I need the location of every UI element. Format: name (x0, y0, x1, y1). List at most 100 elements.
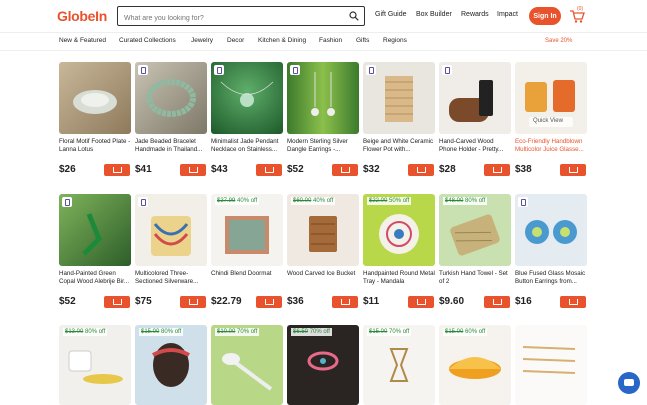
product-name[interactable]: Hand-Painted Green Copal Wood Alebrije B… (59, 270, 133, 286)
product-name[interactable]: Jade Beaded Bracelet Handmade in Thailan… (135, 138, 209, 154)
promo-badge[interactable]: Save 20% (545, 38, 572, 44)
product-price: $11 (363, 296, 380, 307)
sale-badge: $15.00 80% off (139, 328, 184, 336)
chat-icon[interactable] (618, 372, 640, 394)
add-to-cart-button[interactable] (560, 296, 586, 308)
product-image[interactable]: $13.00 80% off (59, 325, 131, 405)
product-image[interactable]: $60.00 40% off (287, 194, 359, 266)
nav-rewards[interactable]: Rewards (461, 11, 489, 18)
product-image[interactable] (211, 62, 283, 134)
sale-badge: $15.00 60% off (443, 328, 488, 336)
product-name[interactable]: Chindi Blend Doormat (211, 270, 285, 286)
product-price: $32 (363, 164, 380, 175)
product-price: $38 (515, 164, 532, 175)
product-price: $43 (211, 164, 228, 175)
product-image[interactable]: Quick View (515, 62, 587, 134)
search-icon[interactable] (349, 11, 359, 21)
product-image[interactable]: $15.00 60% off (439, 325, 511, 405)
add-to-cart-button[interactable] (180, 296, 206, 308)
product-image[interactable] (515, 194, 587, 266)
product-image[interactable]: $22.00 50% off (363, 194, 435, 266)
sale-badge: $48.00 80% off (443, 197, 488, 205)
product-image[interactable] (59, 62, 131, 134)
add-to-cart-button[interactable] (408, 296, 434, 308)
product-name[interactable]: Hand-Carved Wood Phone Holder - Pretty..… (439, 138, 513, 154)
product-name[interactable]: Beige and White Ceramic Flower Pot with.… (363, 138, 437, 154)
product-image[interactable]: $10.00 70% off (211, 325, 283, 405)
search-box[interactable] (117, 6, 365, 28)
add-to-cart-button[interactable] (256, 296, 282, 308)
cat-regions[interactable]: Regions (383, 37, 407, 44)
product-price: $16 (515, 296, 532, 307)
sale-badge: $10.00 70% off (215, 328, 260, 336)
category-nav: New & Featured Curated Collections Jewel… (0, 33, 647, 51)
cat-new-featured[interactable]: New & Featured (59, 37, 106, 44)
wishlist-icon[interactable] (290, 65, 300, 75)
wishlist-icon[interactable] (442, 65, 452, 75)
product-image[interactable] (363, 62, 435, 134)
product-name[interactable]: Multicolored Three-Sectioned Silverware.… (135, 270, 209, 286)
product-image[interactable]: $6.50 70% off (287, 325, 359, 405)
wishlist-icon[interactable] (138, 197, 148, 207)
cat-kitchen[interactable]: Kitchen & Dining (258, 37, 306, 44)
product-image[interactable]: $15.00 70% off (363, 325, 435, 405)
cat-gifts[interactable]: Gifts (356, 37, 369, 44)
product-price: $52 (287, 164, 304, 175)
top-bar: GlobeIn Gift Guide Box Builder Rewards I… (0, 0, 647, 33)
product-name[interactable]: Floral Motif Footed Plate - Lanna Lotus (59, 138, 133, 154)
nav-box-builder[interactable]: Box Builder (416, 11, 452, 18)
product-name[interactable]: Wood Carved Ice Bucket (287, 270, 361, 286)
product-image[interactable]: $15.00 80% off (135, 325, 207, 405)
product-name[interactable]: Minimalist Jade Pendant Necklace on Stai… (211, 138, 285, 154)
wishlist-icon[interactable] (366, 65, 376, 75)
add-to-cart-button[interactable] (484, 296, 510, 308)
nav-impact[interactable]: Impact (497, 11, 518, 18)
wishlist-icon[interactable] (214, 65, 224, 75)
add-to-cart-button[interactable] (332, 164, 358, 176)
nav-gift-guide[interactable]: Gift Guide (375, 11, 407, 18)
add-to-cart-button[interactable] (560, 164, 586, 176)
product-name[interactable]: Handpainted Round Metal Tray - Mandala (363, 270, 437, 286)
product-name[interactable]: Blue Fused Glass Mosaic Button Earrings … (515, 270, 589, 286)
sale-badge: $15.00 70% off (367, 328, 412, 336)
product-price: $22.79 (211, 296, 242, 307)
wishlist-icon[interactable] (518, 197, 528, 207)
wishlist-icon[interactable] (138, 65, 148, 75)
add-to-cart-button[interactable] (180, 164, 206, 176)
product-image[interactable] (59, 194, 131, 266)
product-price: $75 (135, 296, 152, 307)
add-to-cart-button[interactable] (104, 296, 130, 308)
product-image[interactable] (287, 62, 359, 134)
cat-fashion[interactable]: Fashion (319, 37, 342, 44)
add-to-cart-button[interactable] (332, 296, 358, 308)
product-image[interactable]: $48.00 80% off (439, 194, 511, 266)
search-input[interactable] (118, 9, 343, 28)
wishlist-icon[interactable] (62, 197, 72, 207)
product-price: $36 (287, 296, 304, 307)
product-price: $41 (135, 164, 152, 175)
cat-curated[interactable]: Curated Collections (119, 37, 176, 44)
cat-jewelry[interactable]: Jewelry (191, 37, 213, 44)
add-to-cart-button[interactable] (408, 164, 434, 176)
product-name[interactable]: Turkish Hand Towel - Set of 2 (439, 270, 513, 286)
add-to-cart-button[interactable] (256, 164, 282, 176)
sign-in-button[interactable]: Sign In (529, 7, 561, 25)
product-price: $9.60 (439, 296, 465, 307)
quick-view-button[interactable]: Quick View (533, 118, 563, 124)
add-to-cart-button[interactable] (484, 164, 510, 176)
sale-badge: $6.50 70% off (291, 328, 332, 336)
product-image[interactable]: $37.99 40% off (211, 194, 283, 266)
product-image[interactable] (135, 62, 207, 134)
cat-decor[interactable]: Decor (227, 37, 244, 44)
product-name[interactable]: Modern Sterling Silver Dangle Earrings -… (287, 138, 361, 154)
sale-badge: $37.99 40% off (215, 197, 260, 205)
product-image[interactable] (515, 325, 587, 405)
product-name[interactable]: Eco-Friendly Handblown Multicolor Juice … (515, 138, 589, 154)
add-to-cart-button[interactable] (104, 164, 130, 176)
product-price: $26 (59, 164, 76, 175)
product-image[interactable] (439, 62, 511, 134)
product-image[interactable] (135, 194, 207, 266)
cart-count: (0) (577, 6, 584, 12)
sale-badge: $13.00 80% off (63, 328, 108, 336)
logo[interactable]: GlobeIn (57, 8, 107, 24)
